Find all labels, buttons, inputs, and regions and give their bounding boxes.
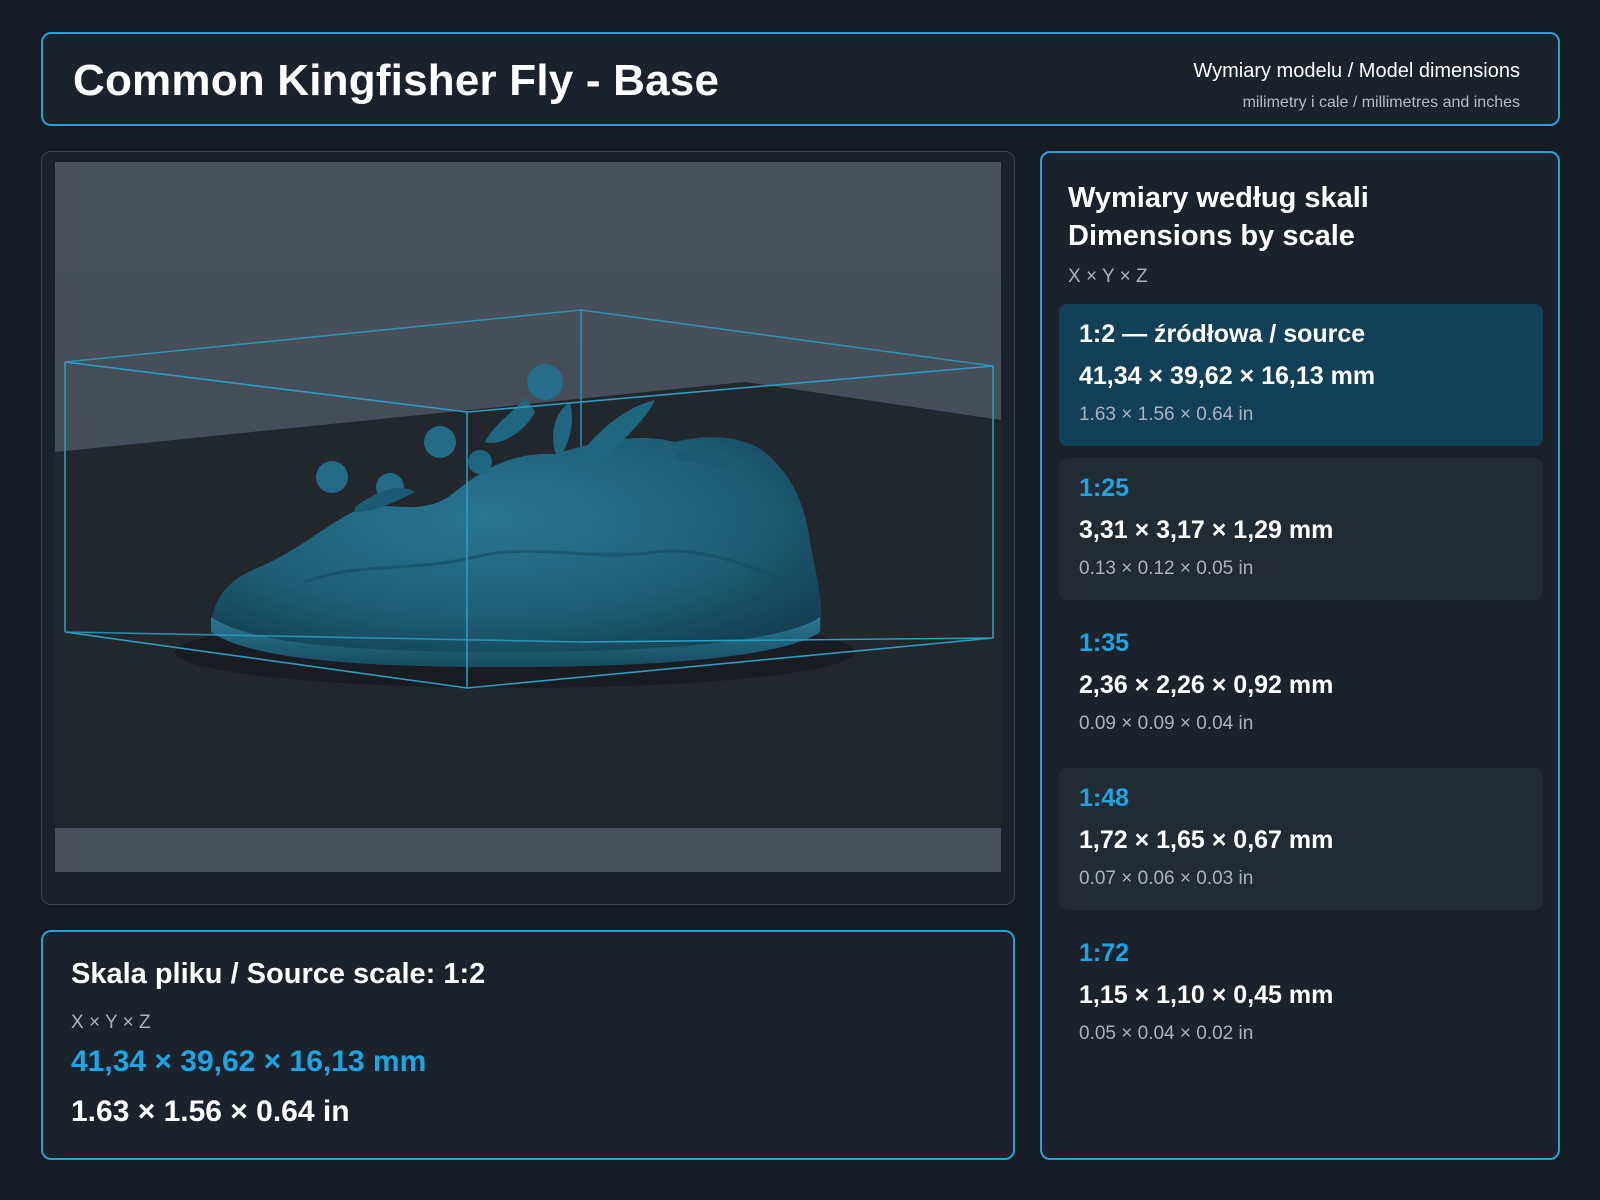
source-scale-title: Skala pliku / Source scale: 1:2 [71,958,486,990]
source-dimensions-in: 1.63 × 1.56 × 0.64 in [71,1095,350,1128]
scale-ratio: 1:2 — źródłowa / source [1079,320,1366,348]
header-units-note: milimetry i cale / millimetres and inche… [1242,94,1520,111]
scale-list-title: Wymiary według skali Dimensions by scale [1068,182,1369,252]
scale-dimensions-in: 0.09 × 0.09 × 0.04 in [1079,713,1254,734]
source-dimensions-mm: 41,34 × 39,62 × 16,13 mm [71,1045,427,1078]
scale-ratio: 1:35 [1079,629,1130,657]
scale-item-1-25[interactable]: 1:25 3,31 × 3,17 × 1,29 mm 0.13 × 0.12 ×… [1059,458,1543,600]
scale-dimensions-in: 0.05 × 0.04 × 0.02 in [1079,1023,1254,1044]
scale-ratio: 1:72 [1079,939,1130,967]
scale-dimensions-mm: 2,36 × 2,26 × 0,92 mm [1079,671,1334,699]
scale-item-1-35[interactable]: 1:35 2,36 × 2,26 × 0,92 mm 0.09 × 0.09 ×… [1059,613,1543,755]
source-scale-card: Skala pliku / Source scale: 1:2 X × Y × … [41,930,1015,1160]
scale-item-1-2[interactable]: 1:2 — źródłowa / source 41,34 × 39,62 × … [1059,304,1543,446]
model-viewer-panel [41,151,1015,905]
scale-dimensions-in: 0.13 × 0.12 × 0.05 in [1079,558,1254,579]
scale-dimensions-mm: 1,15 × 1,10 × 0,45 mm [1079,981,1334,1009]
header-panel: Common Kingfisher Fly - Base Wymiary mod… [41,32,1560,126]
model-viewport[interactable] [55,162,1001,872]
scale-list-panel: Wymiary według skali Dimensions by scale… [1040,151,1560,1160]
scale-dimensions-in: 0.07 × 0.06 × 0.03 in [1079,868,1254,889]
scale-item-1-48[interactable]: 1:48 1,72 × 1,65 × 0,67 mm 0.07 × 0.06 ×… [1059,768,1543,910]
scale-ratio: 1:25 [1079,474,1130,502]
header-subtitle: Wymiary modelu / Model dimensions [1193,60,1520,82]
ground-edge [55,828,1001,872]
scale-ratio: 1:48 [1079,784,1130,812]
scale-dimensions-mm: 3,31 × 3,17 × 1,29 mm [1079,516,1334,544]
page-title: Common Kingfisher Fly - Base [73,56,720,105]
scale-dimensions-in: 1.63 × 1.56 × 0.64 in [1079,404,1254,425]
scale-dimensions-mm: 1,72 × 1,65 × 0,67 mm [1079,826,1334,854]
model-render [55,162,1001,872]
source-axes-label: X × Y × Z [71,1012,151,1033]
scale-dimensions-mm: 41,34 × 39,62 × 16,13 mm [1079,362,1376,390]
scale-item-1-72[interactable]: 1:72 1,15 × 1,10 × 0,45 mm 0.05 × 0.04 ×… [1059,923,1543,1065]
scale-axes-label: X × Y × Z [1068,266,1148,287]
